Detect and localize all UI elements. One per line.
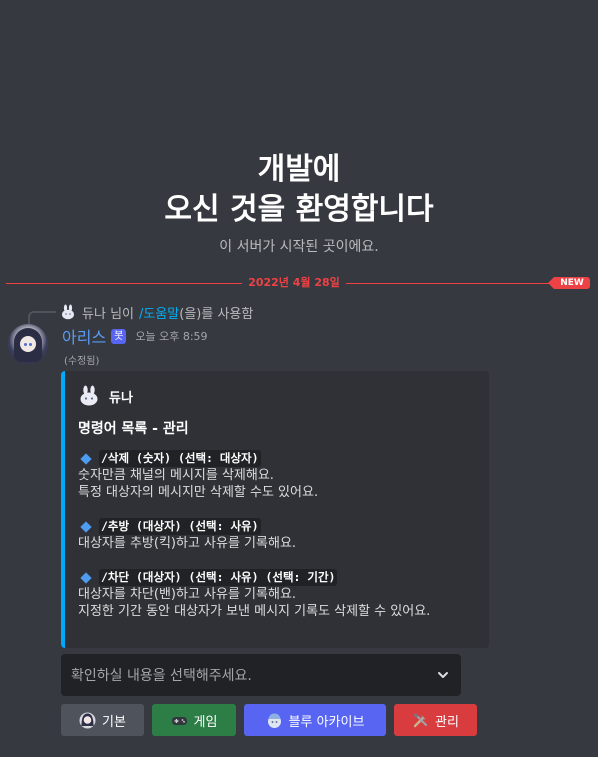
- manage-button[interactable]: 관리: [394, 704, 477, 736]
- avatar[interactable]: [8, 324, 48, 364]
- divider-date: 2022년 4월 28일: [248, 276, 340, 289]
- message-author[interactable]: 아리스: [62, 324, 106, 348]
- welcome-title-line1: 개발에: [257, 152, 341, 187]
- reply-spine: [28, 311, 56, 325]
- new-messages-divider: 2022년 4월 28일 NEW: [6, 276, 590, 290]
- diamond-icon: [80, 571, 92, 584]
- game-button[interactable]: 게임: [152, 704, 236, 736]
- reply-command[interactable]: /도움말: [139, 303, 179, 322]
- select-menu[interactable]: 확인하실 내용을 선택해주세요.: [61, 654, 461, 696]
- welcome-title-line2: 오신 것을 환영합니다: [164, 192, 434, 227]
- field-command: /추방 (대상자) (선택: 사유): [99, 518, 261, 535]
- basic-button[interactable]: 기본: [61, 704, 144, 736]
- blue-archive-button-label: 블루 아카이브: [288, 714, 365, 730]
- embed: 듀나 명령어 목록 - 관리 /삭제 (숫자) (선택: 대상자) 숫자만큼 채…: [61, 371, 489, 648]
- chevron-down-icon[interactable]: [437, 669, 449, 681]
- avatar-icon: [79, 712, 96, 728]
- welcome-subtitle: 이 서버가 시작된 곳이에요.: [219, 239, 379, 255]
- basic-button-label: 기본: [102, 714, 126, 730]
- field-line: 대상자를 추방(킥)하고 사유를 기록해요.: [78, 536, 297, 551]
- field-command: /차단 (대상자) (선택: 사유) (선택: 기간): [99, 569, 338, 586]
- embed-field: /추방 (대상자) (선택: 사유) 대상자를 추방(킥)하고 사유를 기록해요…: [78, 518, 477, 552]
- button-row: 기본 게임 블루 아카이브 관리: [61, 704, 485, 736]
- field-line: 숫자만큼 채널의 메시지를 삭제해요.: [78, 468, 274, 483]
- reply-suffix: 님이: [110, 306, 134, 322]
- edited-label: (수정됨): [64, 356, 100, 367]
- field-line: 지정한 기간 동안 대상자가 보낸 메시지 기록도 삭제할 수 있어요.: [78, 604, 431, 619]
- bot-badge: 봇: [111, 328, 127, 344]
- field-command: /삭제 (숫자) (선택: 대상자): [99, 450, 261, 467]
- archive-character-icon: [267, 713, 281, 728]
- blue-archive-button[interactable]: 블루 아카이브: [244, 704, 386, 736]
- embed-field: /차단 (대상자) (선택: 사유) (선택: 기간) 대상자를 차단(밴)하고…: [78, 569, 477, 620]
- embed-title: 명령어 목록 - 관리: [78, 421, 189, 437]
- rabbit-icon: [80, 385, 98, 406]
- select-placeholder: 확인하실 내용을 선택해주세요.: [71, 668, 252, 684]
- divider-line-right: [346, 283, 566, 284]
- rabbit-icon: [62, 304, 74, 320]
- field-line: 특정 대상자의 메시지만 삭제할 수도 있어요.: [78, 485, 319, 500]
- gamepad-icon: [171, 716, 187, 725]
- manage-button-label: 관리: [435, 714, 459, 730]
- diamond-icon: [80, 452, 92, 465]
- field-line: 대상자를 차단(밴)하고 사유를 기록해요.: [78, 587, 297, 602]
- welcome-section: 개발에 오신 것을 환영합니다 이 서버가 시작된 곳이에요.: [0, 150, 598, 256]
- tools-icon: [413, 712, 428, 727]
- divider-line-left: [6, 283, 242, 284]
- embed-author-name: 듀나: [109, 390, 133, 406]
- welcome-title: 개발에 오신 것을 환영합니다: [0, 150, 598, 230]
- embed-field: /삭제 (숫자) (선택: 대상자) 숫자만큼 채널의 메시지를 삭제해요. 특…: [78, 450, 477, 501]
- reply-user[interactable]: 듀나: [82, 303, 106, 322]
- embed-author: 듀나: [78, 385, 477, 407]
- game-button-label: 게임: [193, 714, 218, 730]
- new-badge: NEW: [548, 277, 590, 289]
- reply-tail: (을)를 사용함: [179, 306, 254, 322]
- command-reply-reference[interactable]: 듀나 님이 /도움말 (을)를 사용함: [28, 302, 254, 325]
- message-header: 아리스 봇 오늘 오후 8:59: [62, 325, 208, 347]
- diamond-icon: [80, 520, 92, 533]
- message-timestamp: 오늘 오후 8:59: [135, 330, 208, 343]
